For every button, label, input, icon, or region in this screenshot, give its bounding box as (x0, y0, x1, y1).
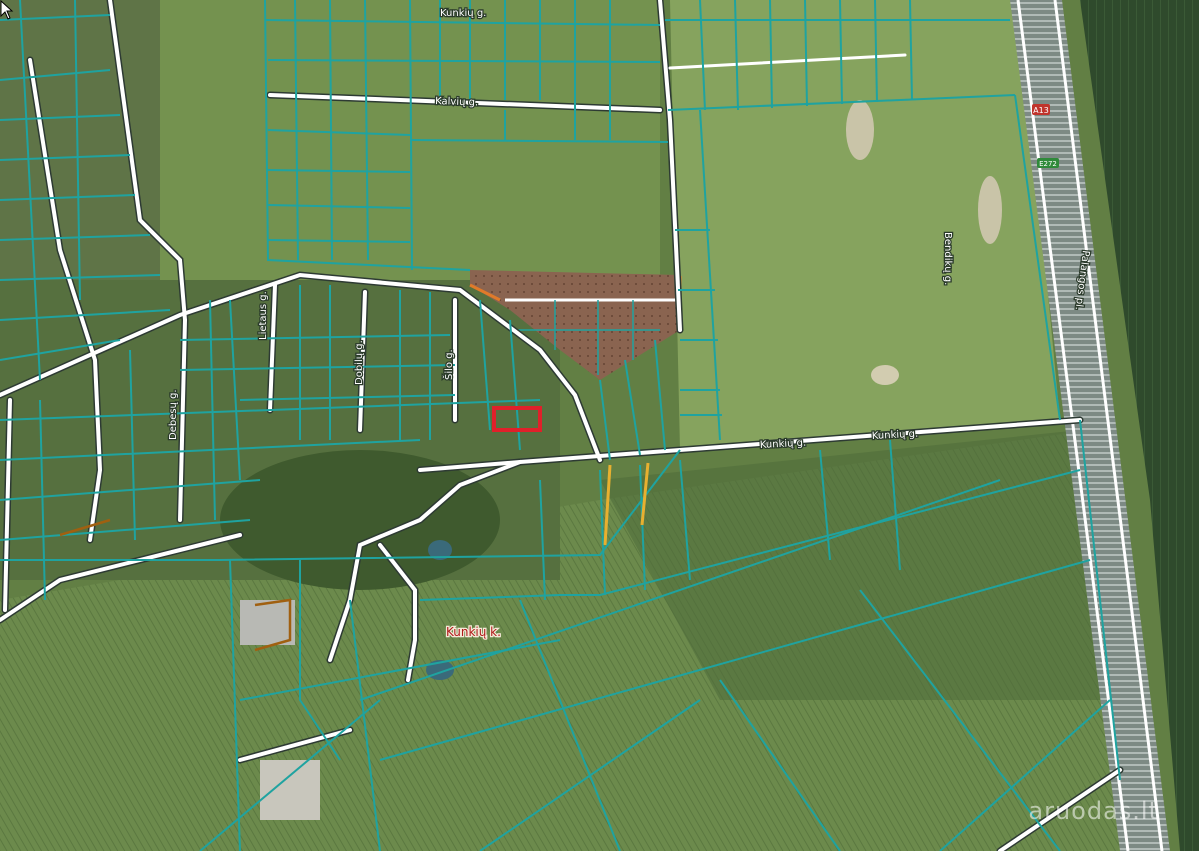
street-label: Šilo g. (442, 349, 455, 380)
bare-patch (978, 176, 1002, 244)
farm-yard (260, 760, 320, 820)
street-label: Kunkių g. (440, 8, 486, 19)
map-canvas: A13 E272 Kunkių g. Kalvių g. Kunkių g. K… (0, 0, 1199, 851)
bare-patch (871, 365, 899, 385)
street-label: Dobilų g. (354, 340, 365, 385)
tree-cluster (220, 450, 500, 590)
bare-patch (846, 100, 874, 160)
street-label: Debesų g. (168, 389, 179, 440)
village-label: Kunkių k. (446, 625, 501, 639)
mouse-cursor-icon (0, 0, 14, 20)
watermark: aruodas.lt (1028, 797, 1159, 825)
street-label: Bendikų g. (942, 232, 953, 285)
farm-building (240, 600, 295, 645)
street-label: Kalvių g. (435, 96, 478, 108)
east-field (670, 0, 1060, 450)
cadastral-map[interactable]: A13 E272 Kunkių g. Kalvių g. Kunkių g. K… (0, 0, 1199, 851)
road-shield-a13-label: A13 (1033, 106, 1049, 115)
meadow (120, 0, 660, 280)
street-label: Lietaus g. (258, 291, 269, 340)
road-shield-e272-label: E272 (1039, 160, 1057, 168)
